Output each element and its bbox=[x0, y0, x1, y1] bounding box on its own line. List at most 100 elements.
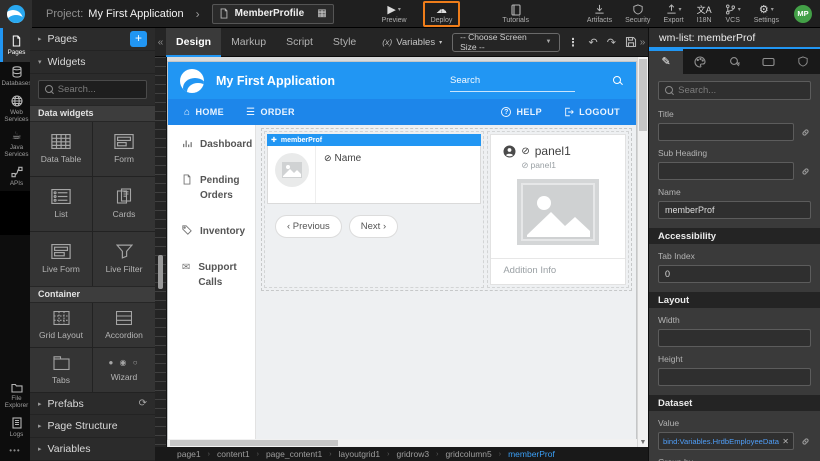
security-button[interactable]: Security bbox=[625, 4, 650, 24]
app-search-field[interactable] bbox=[450, 70, 575, 92]
value-binding-field[interactable]: bind:Variables.HrdbEmployeeData.data ✕ bbox=[658, 432, 794, 450]
undo-button[interactable]: ↶ bbox=[589, 36, 598, 49]
vcs-button[interactable]: ▾ VCS bbox=[725, 4, 741, 24]
tab-styles[interactable] bbox=[683, 49, 717, 74]
nav-home[interactable]: ⌂ HOME bbox=[184, 107, 224, 118]
deploy-button[interactable]: ☁↑ Deploy bbox=[431, 4, 453, 24]
bind-link-icon[interactable] bbox=[800, 436, 811, 447]
app-search-input[interactable] bbox=[450, 75, 575, 86]
bind-link-icon[interactable] bbox=[800, 166, 811, 177]
canvas-vertical-scrollbar[interactable]: ▼ bbox=[637, 57, 648, 447]
height-field-input[interactable] bbox=[658, 368, 811, 386]
breadcrumb-item[interactable]: page1 bbox=[177, 449, 201, 459]
properties-search-input[interactable] bbox=[678, 85, 804, 96]
nav-logout[interactable]: LOGOUT bbox=[564, 107, 620, 117]
canvas-horizontal-scrollbar[interactable] bbox=[168, 439, 637, 447]
widgets-section-header[interactable]: ▾ Widgets bbox=[30, 51, 155, 74]
collapse-right-panel-button[interactable]: » bbox=[637, 37, 648, 48]
menu-item-inventory[interactable]: Inventory bbox=[182, 224, 255, 239]
page-structure-section-header[interactable]: ▸ Page Structure bbox=[30, 415, 155, 438]
tab-style[interactable]: Style bbox=[323, 28, 366, 57]
rail-item-java-services[interactable]: ☕ Java Services bbox=[0, 127, 30, 162]
widget-tile-accordion[interactable]: Accordion bbox=[93, 303, 155, 347]
tab-design[interactable]: Design bbox=[166, 28, 221, 57]
tab-properties[interactable]: ✎ bbox=[649, 49, 683, 74]
ruler-scrollbar-thumb[interactable] bbox=[158, 255, 163, 289]
menu-item-dashboard[interactable]: Dashboard bbox=[182, 137, 255, 152]
widget-tile-grid-layout[interactable]: Grid Layout bbox=[30, 303, 92, 347]
breadcrumb-item[interactable]: page_content1 bbox=[266, 449, 322, 459]
more-options-button[interactable]: ⋮ bbox=[568, 36, 579, 49]
title-field-input[interactable] bbox=[658, 123, 794, 141]
widget-tile-form[interactable]: Form bbox=[93, 122, 155, 176]
next-page-button[interactable]: Next › bbox=[349, 215, 398, 238]
variables-dropdown[interactable]: (x) Variables ▾ bbox=[382, 37, 442, 48]
wavemaker-logo[interactable] bbox=[0, 0, 32, 28]
widget-tile-wizard[interactable]: ● ◉ ○ Wizard bbox=[93, 348, 155, 392]
tab-events[interactable] bbox=[717, 49, 751, 74]
rail-item-web-services[interactable]: Web Services bbox=[0, 91, 30, 127]
screen-size-dropdown[interactable]: -- Choose Screen Size -- ▼ bbox=[452, 33, 559, 52]
rail-item-pages[interactable]: Pages bbox=[0, 28, 30, 62]
rail-item-databases[interactable]: Databases bbox=[0, 62, 30, 91]
widget-tile-cards[interactable]: Cards bbox=[93, 177, 155, 231]
nav-help[interactable]: ? HELP bbox=[501, 107, 542, 117]
bind-link-icon[interactable] bbox=[800, 127, 811, 138]
clear-binding-button[interactable]: ✕ bbox=[782, 437, 789, 446]
scroll-down-arrow-icon[interactable]: ▼ bbox=[638, 439, 648, 446]
rail-item-apis[interactable]: APIs bbox=[0, 162, 30, 191]
widget-tile-live-filter[interactable]: Live Filter bbox=[93, 232, 155, 286]
previous-page-button[interactable]: ‹ Previous bbox=[275, 215, 342, 238]
scrollbar-thumb[interactable] bbox=[170, 440, 338, 446]
variables-section-header[interactable]: ▸ Variables bbox=[30, 438, 155, 461]
user-avatar[interactable]: MP bbox=[794, 5, 812, 23]
add-page-button[interactable]: + bbox=[130, 31, 147, 47]
tab-script[interactable]: Script bbox=[276, 28, 323, 57]
tab-markup[interactable]: Markup bbox=[221, 28, 276, 57]
app-search-icon[interactable] bbox=[613, 76, 622, 85]
refresh-icon[interactable]: ⟳ bbox=[139, 398, 147, 409]
grid-column-list[interactable]: ✚ memberProf bbox=[264, 131, 484, 288]
breadcrumb-item[interactable]: layoutgrid1 bbox=[339, 449, 381, 459]
accessibility-section-header[interactable]: Accessibility bbox=[649, 228, 820, 244]
breadcrumb-item[interactable]: gridrow3 bbox=[396, 449, 429, 459]
rail-item-file-explorer[interactable]: File Explorer bbox=[0, 378, 30, 413]
list-item-name-field[interactable]: ⊘ Name bbox=[316, 146, 361, 203]
artifacts-button[interactable]: Artifacts bbox=[587, 4, 612, 24]
layout-grid-row[interactable]: ✚ memberProf bbox=[261, 128, 632, 291]
name-field-input[interactable] bbox=[658, 201, 811, 219]
selected-widget-header[interactable]: ✚ memberProf bbox=[267, 134, 481, 146]
panel-image-placeholder[interactable] bbox=[517, 179, 599, 245]
dataset-section-header[interactable]: Dataset bbox=[649, 395, 820, 411]
breadcrumb-item[interactable]: gridcolumn5 bbox=[445, 449, 491, 459]
width-field-input[interactable] bbox=[658, 329, 811, 347]
list-item-template[interactable]: ⊘ Name bbox=[267, 146, 481, 204]
widget-search[interactable] bbox=[38, 80, 147, 99]
scrollbar-thumb[interactable] bbox=[639, 59, 647, 131]
widget-tile-data-table[interactable]: Data Table bbox=[30, 122, 92, 176]
rail-more-button[interactable]: ••• bbox=[0, 442, 30, 461]
widget-tile-list[interactable]: List bbox=[30, 177, 92, 231]
menu-item-pending-orders[interactable]: Pending Orders bbox=[182, 173, 255, 203]
widget-tile-tabs[interactable]: Tabs bbox=[30, 348, 92, 392]
tutorials-button[interactable]: Tutorials bbox=[502, 4, 529, 24]
widget-search-input[interactable] bbox=[58, 84, 140, 95]
settings-button[interactable]: ⚙▾ Settings bbox=[754, 4, 779, 24]
i18n-button[interactable]: 文A I18N bbox=[697, 4, 712, 24]
redo-button[interactable]: ↷ bbox=[607, 36, 616, 49]
tabindex-field-input[interactable] bbox=[658, 265, 811, 283]
rail-item-logs[interactable]: Logs bbox=[0, 413, 30, 442]
preview-button[interactable]: ▶▾ Preview bbox=[382, 4, 407, 24]
collapse-left-panel-button[interactable]: « bbox=[155, 37, 166, 48]
nav-order[interactable]: ☰ ORDER bbox=[246, 107, 295, 118]
prefabs-section-header[interactable]: ▸ Prefabs ⟳ bbox=[30, 392, 155, 415]
tab-device[interactable] bbox=[752, 49, 786, 74]
properties-search[interactable] bbox=[658, 81, 811, 100]
layout-section-header[interactable]: Layout bbox=[649, 292, 820, 308]
pages-section-header[interactable]: ▸ Pages + bbox=[30, 28, 155, 51]
panel1-widget[interactable]: ⊘ panel1 ⊘ panel1 bbox=[490, 134, 626, 285]
breadcrumb-item[interactable]: content1 bbox=[217, 449, 250, 459]
tab-security[interactable] bbox=[786, 49, 820, 74]
breadcrumb-item-active[interactable]: memberProf bbox=[508, 449, 555, 459]
widget-tile-live-form[interactable]: Live Form bbox=[30, 232, 92, 286]
